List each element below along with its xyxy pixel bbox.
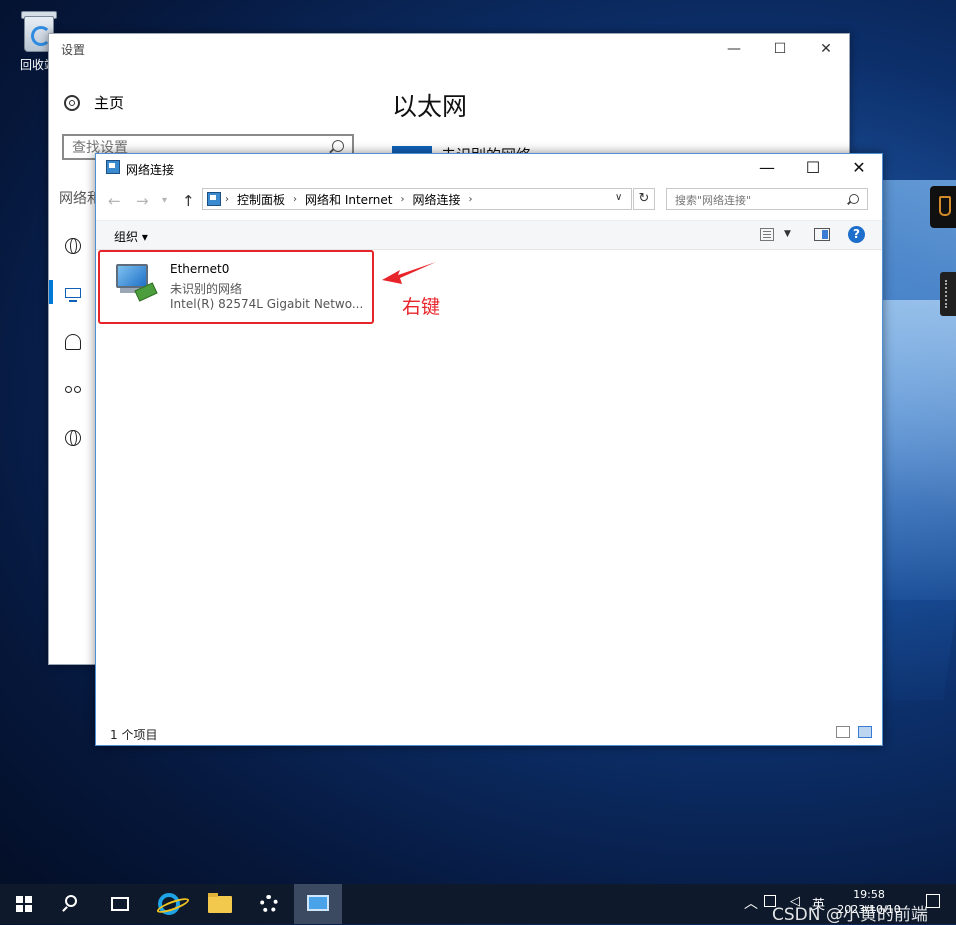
vpn-icon[interactable]	[65, 382, 81, 398]
status-bar-count: 1 个项目	[110, 728, 158, 742]
explorer-title: 网络连接	[126, 163, 175, 177]
connection-status: 未识别的网络	[170, 282, 243, 296]
connection-adapter: Intel(R) 82574L Gigabit Netwo...	[170, 297, 364, 311]
windows-logo-icon	[16, 896, 32, 912]
settings-minimize-button[interactable]: —	[711, 34, 757, 64]
taskbar-ie[interactable]	[146, 884, 194, 924]
preview-pane-icon[interactable]	[814, 228, 830, 241]
settings-home-link[interactable]: 主页	[64, 92, 124, 113]
refresh-icon[interactable]: ↻	[633, 188, 655, 210]
explorer-minimize-button[interactable]: —	[744, 154, 790, 182]
folder-icon	[208, 893, 232, 913]
breadcrumb-network-internet[interactable]: 网络和 Internet	[305, 191, 392, 208]
back-icon[interactable]: ←	[108, 192, 121, 210]
explorer-maximize-button[interactable]: ☐	[790, 154, 836, 182]
details-view-icon[interactable]	[836, 726, 850, 738]
globe-icon[interactable]	[65, 238, 81, 254]
tray-chevron-icon[interactable]: ︿	[744, 893, 758, 913]
gear-icon	[64, 94, 80, 111]
recent-chevron-icon[interactable]: ▾	[162, 195, 167, 206]
task-view-icon	[111, 897, 129, 911]
settings-title: 设置	[61, 43, 86, 57]
address-dropdown-icon[interactable]: ∨	[615, 192, 622, 203]
nav-selection-indicator	[49, 280, 53, 304]
address-toolbar: ← → ▾ ↑ › 控制面板 › 网络和 Internet › 网络连接 › ∨…	[96, 182, 882, 218]
organize-menu[interactable]: 组织 ▾	[114, 228, 148, 245]
usb-widget[interactable]	[930, 186, 956, 228]
breadcrumb-control-panel[interactable]: 控制面板	[237, 191, 285, 208]
settings-titlebar[interactable]: 设置 — ☐ ✕	[49, 34, 849, 64]
connection-name: Ethernet0	[170, 262, 230, 276]
side-handle[interactable]	[940, 272, 956, 316]
wallpaper-light-2	[880, 300, 956, 600]
explorer-search-input[interactable]	[667, 189, 847, 211]
search-icon[interactable]	[849, 194, 859, 204]
control-panel-icon	[207, 192, 221, 206]
network-adapter-icon	[114, 262, 158, 302]
settings-home-label: 主页	[94, 94, 125, 112]
change-view-icon[interactable]	[760, 228, 774, 241]
help-icon[interactable]: ?	[848, 226, 865, 243]
taskbar-search-button[interactable]	[48, 884, 96, 924]
start-button[interactable]	[0, 884, 48, 924]
taskbar: ︿ ◁ 英 19:58 2023/10/10 CSDN @小黄的前端	[0, 884, 956, 925]
network-connections-icon	[307, 895, 329, 911]
proxy-globe-icon[interactable]	[65, 430, 81, 446]
taskbar-settings[interactable]	[245, 884, 293, 924]
ethernet-icon[interactable]	[65, 288, 81, 302]
taskbar-network-connections[interactable]	[294, 884, 342, 924]
search-icon[interactable]	[332, 140, 344, 152]
annotation-arrow-icon	[382, 262, 436, 284]
taskbar-file-explorer[interactable]	[196, 884, 244, 924]
network-connections-window: 网络连接 — ☐ ✕ ← → ▾ ↑ › 控制面板 › 网络和 Internet…	[95, 153, 883, 746]
view-dropdown-icon[interactable]: ▼	[784, 229, 791, 239]
address-bar[interactable]: › 控制面板 › 网络和 Internet › 网络连接 ›	[202, 188, 632, 210]
internet-explorer-icon	[158, 893, 180, 915]
dialup-icon[interactable]	[65, 334, 81, 350]
explorer-close-button[interactable]: ✕	[836, 154, 882, 182]
command-bar: 组织 ▾ ▼ ?	[96, 220, 882, 250]
ethernet0-connection[interactable]: Ethernet0 未识别的网络 Intel(R) 82574L Gigabit…	[98, 250, 374, 324]
watermark: CSDN @小黄的前端	[772, 905, 928, 925]
annotation-label: 右键	[402, 296, 441, 318]
settings-maximize-button[interactable]: ☐	[757, 34, 803, 64]
notification-icon[interactable]	[926, 894, 940, 908]
network-folder-icon	[106, 160, 120, 174]
settings-close-button[interactable]: ✕	[803, 34, 849, 64]
gear-icon	[260, 895, 278, 913]
large-icons-view-icon[interactable]	[858, 726, 872, 738]
up-arrow-icon[interactable]: ↑	[182, 192, 195, 210]
task-view-button[interactable]	[96, 884, 144, 924]
explorer-search[interactable]	[666, 188, 868, 211]
forward-icon[interactable]: →	[136, 192, 149, 210]
breadcrumb-network-connections[interactable]: 网络连接	[412, 191, 460, 208]
search-icon	[65, 895, 77, 907]
settings-page-heading: 以太网	[392, 92, 468, 121]
usb-icon	[939, 196, 951, 216]
explorer-titlebar[interactable]: 网络连接 — ☐ ✕	[96, 154, 882, 182]
